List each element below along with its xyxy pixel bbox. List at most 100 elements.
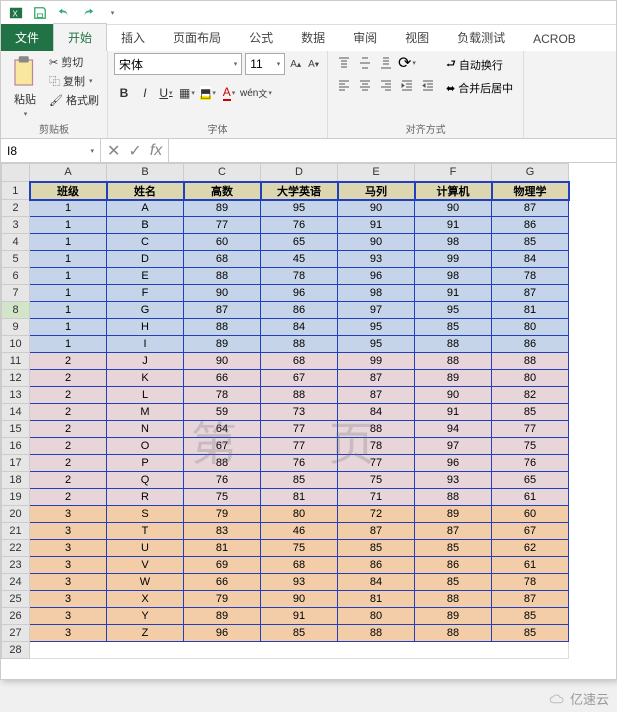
cell[interactable]: 68 [261,353,338,370]
cell[interactable]: 84 [338,574,415,591]
cell[interactable]: 80 [492,370,569,387]
cell[interactable]: 84 [492,251,569,268]
cell[interactable]: 1 [30,336,107,353]
cell[interactable]: 3 [30,506,107,523]
cell[interactable]: C [107,234,184,251]
cell[interactable]: 93 [338,251,415,268]
cell[interactable]: 87 [492,285,569,302]
row-header[interactable]: 11 [2,353,30,370]
cell[interactable]: 75 [184,489,261,506]
cell[interactable]: I [107,336,184,353]
phonetic-button[interactable]: wén文▾ [240,83,272,103]
cell[interactable]: W [107,574,184,591]
cell[interactable]: 67 [492,523,569,540]
tab-acrobat[interactable]: ACROB [519,27,590,51]
cell[interactable]: 60 [184,234,261,251]
cell[interactable]: 81 [261,489,338,506]
cell[interactable]: 86 [492,336,569,353]
cell[interactable]: 85 [492,608,569,625]
cell[interactable]: 78 [261,268,338,285]
cell[interactable]: L [107,387,184,404]
col-header[interactable]: F [415,164,492,182]
cancel-icon[interactable]: ✕ [107,141,120,161]
cell[interactable]: 79 [184,506,261,523]
cell[interactable]: 3 [30,591,107,608]
cell[interactable]: 60 [492,506,569,523]
row-header[interactable]: 20 [2,506,30,523]
name-box[interactable]: I8▾ [1,139,101,162]
align-top-icon[interactable] [334,53,354,73]
cell[interactable]: G [107,302,184,319]
cut-button[interactable]: ✂ 剪切 [47,53,101,71]
align-center-icon[interactable] [355,75,375,95]
redo-icon[interactable] [77,3,99,23]
col-header[interactable]: C [184,164,261,182]
col-header[interactable]: E [338,164,415,182]
fill-color-button[interactable]: ⬒▾ [198,83,218,103]
cell[interactable]: X [107,591,184,608]
cell[interactable]: 83 [184,523,261,540]
cell[interactable]: 1 [30,319,107,336]
cell[interactable]: 85 [492,234,569,251]
cell[interactable]: 91 [415,285,492,302]
cell[interactable]: 3 [30,625,107,642]
align-left-icon[interactable] [334,75,354,95]
cell[interactable]: 85 [492,404,569,421]
cell[interactable]: 93 [261,574,338,591]
cell[interactable]: 76 [492,455,569,472]
cell[interactable]: Y [107,608,184,625]
row-header[interactable]: 14 [2,404,30,421]
cell[interactable]: 3 [30,557,107,574]
cell[interactable]: S [107,506,184,523]
header-cell[interactable]: 大学英语 [261,182,338,200]
cell[interactable]: 81 [338,591,415,608]
cell[interactable]: 87 [492,200,569,217]
cell[interactable]: 82 [492,387,569,404]
cell[interactable]: 86 [338,557,415,574]
row-header[interactable]: 4 [2,234,30,251]
cell[interactable]: 62 [492,540,569,557]
cell[interactable]: 85 [415,319,492,336]
row-header[interactable]: 28 [2,642,30,659]
cell[interactable]: 96 [338,268,415,285]
cell[interactable]: 3 [30,523,107,540]
row-header[interactable]: 23 [2,557,30,574]
cell[interactable]: 91 [338,217,415,234]
tab-insert[interactable]: 插入 [107,24,159,51]
cell[interactable]: 87 [415,523,492,540]
cell[interactable]: 86 [261,302,338,319]
grow-font-button[interactable]: A▴ [288,53,303,75]
indent-decrease-icon[interactable] [397,75,417,95]
cell[interactable]: 76 [261,217,338,234]
cell[interactable]: 2 [30,404,107,421]
col-header[interactable]: D [261,164,338,182]
cell[interactable]: U [107,540,184,557]
cell[interactable]: 88 [415,489,492,506]
cell[interactable]: 89 [415,506,492,523]
cell[interactable]: 64 [184,421,261,438]
format-painter-button[interactable]: 🖌 格式刷 [47,91,101,109]
paste-button[interactable]: 粘贴 ▾ [7,53,43,119]
cell[interactable]: 2 [30,438,107,455]
cell[interactable]: H [107,319,184,336]
cell[interactable]: 72 [338,506,415,523]
font-size-combo[interactable]: 11▾ [245,53,285,75]
cell[interactable]: 89 [184,608,261,625]
cell[interactable]: 61 [492,489,569,506]
cell[interactable]: 75 [261,540,338,557]
cell[interactable]: 97 [415,438,492,455]
cell[interactable]: 90 [415,387,492,404]
header-cell[interactable]: 物理学 [492,182,569,200]
cell[interactable]: 84 [338,404,415,421]
cell[interactable]: P [107,455,184,472]
cell[interactable]: 67 [184,438,261,455]
cell[interactable]: 2 [30,472,107,489]
cell[interactable]: 77 [338,455,415,472]
cell[interactable]: 79 [184,591,261,608]
cell[interactable]: 88 [415,336,492,353]
row-header[interactable]: 15 [2,421,30,438]
cell[interactable]: N [107,421,184,438]
shrink-font-button[interactable]: A▾ [306,53,321,75]
font-name-combo[interactable]: 宋体▾ [114,53,242,75]
cell[interactable]: 3 [30,540,107,557]
